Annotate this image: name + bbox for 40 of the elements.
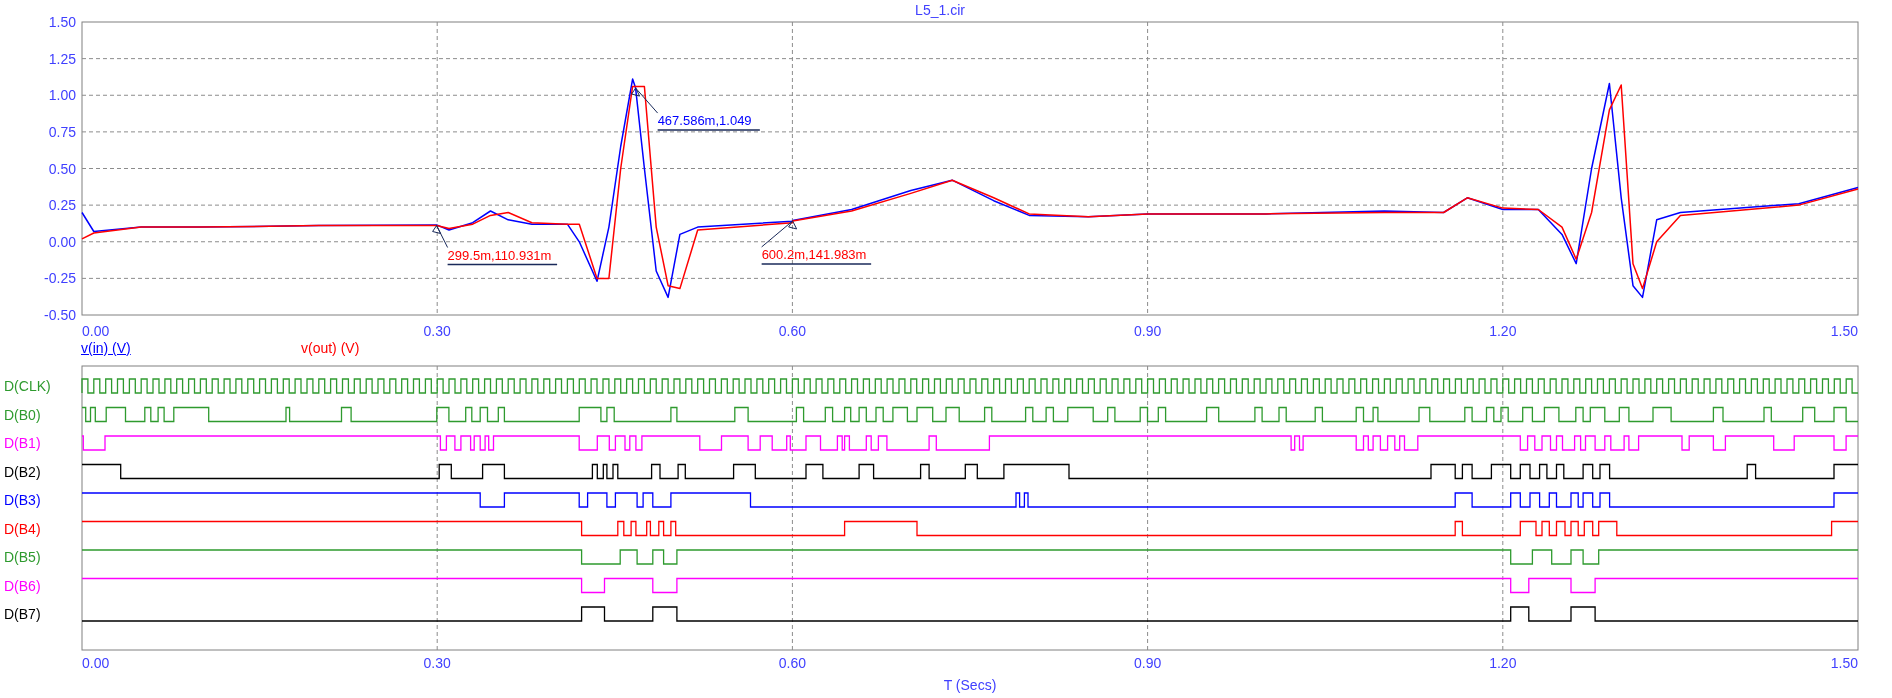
x-tick-label: 1.20 [1489, 655, 1517, 671]
legend-label[interactable]: v(in) (V) [81, 340, 131, 356]
trace-label: D(B3) [4, 492, 41, 508]
x-tick-label: 0.60 [778, 655, 807, 671]
y-tick-label: 0.75 [48, 123, 76, 140]
annotation-arrow [761, 220, 798, 248]
x-tick-label: 0.00 [82, 323, 110, 339]
trace-label: D(CLK) [4, 378, 51, 394]
annotation-label: 299.5m,110.931m [447, 247, 552, 263]
trace-label: D(B4) [4, 520, 41, 537]
x-tick-label: 0.90 [1133, 323, 1162, 339]
y-tick-label: 0.00 [48, 233, 76, 250]
annotation-label: 467.586m,1.049 [657, 113, 752, 129]
y-tick-label: 0.25 [48, 197, 76, 214]
x-tick-label: 0.30 [423, 655, 451, 671]
trace-label: D(B5) [4, 549, 41, 565]
trace-label: D(B6) [4, 577, 41, 594]
x-tick-label: 1.20 [1489, 323, 1517, 339]
x-tick-label: 0.30 [423, 323, 451, 339]
y-tick-label: -0.25 [44, 270, 76, 287]
annotation-arrow [432, 225, 449, 248]
legend-label[interactable]: v(out) (V) [301, 340, 360, 356]
y-tick-label: 1.50 [48, 14, 76, 30]
plot-title: L5_1.cir [915, 2, 965, 18]
trace-label: D(B0) [4, 406, 41, 423]
annotation-label: 600.2m,141.983m [761, 246, 867, 262]
y-tick-label: -0.50 [44, 307, 76, 323]
x-tick-label: 0.00 [82, 655, 110, 671]
trace-label: D(B1) [4, 435, 41, 451]
y-tick-label: 0.50 [48, 160, 76, 177]
x-axis-title: T (Secs) [943, 677, 997, 693]
y-tick-label: 1.00 [48, 87, 76, 104]
x-tick-label: 0.90 [1133, 655, 1162, 671]
annotation-arrow [631, 87, 659, 114]
x-tick-label: 1.50 [1830, 323, 1858, 339]
x-tick-label: 1.50 [1830, 655, 1858, 671]
trace-label: D(B7) [4, 606, 41, 622]
x-tick-label: 0.60 [778, 323, 807, 339]
trace-label: D(B2) [4, 463, 41, 480]
y-tick-label: 1.25 [48, 50, 76, 67]
